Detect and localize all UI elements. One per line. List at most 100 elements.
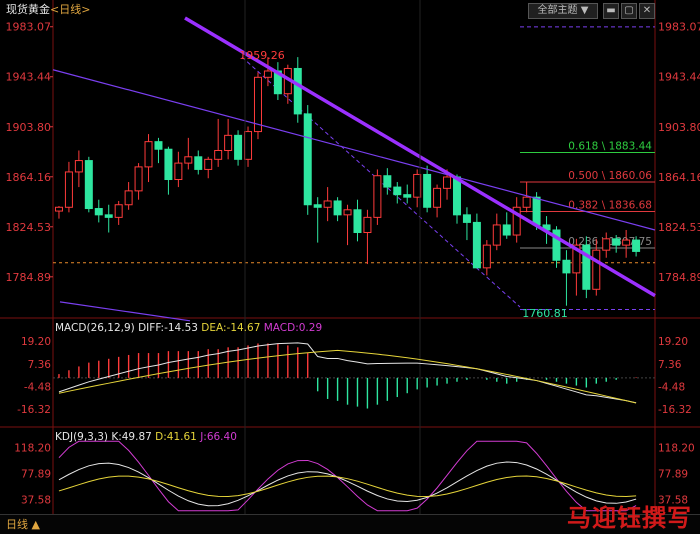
candle-body (293, 67, 302, 115)
price-axis-label-right: 1864.16 (658, 171, 700, 184)
candle-body (472, 221, 481, 269)
trendline-thin (52, 69, 656, 231)
candle-body (343, 209, 352, 216)
candle-body (323, 200, 332, 208)
macd-dea-value: DEA:-14.67 (201, 322, 261, 334)
theme-selector-label: 全部主题 (537, 5, 578, 16)
price-axis-label: 1943.44 (6, 71, 52, 84)
price-axis-label: 1864.16 (6, 171, 52, 184)
price-axis-label: 1903.80 (6, 121, 52, 134)
macd-macd-value: MACD:0.29 (263, 322, 323, 334)
macd-title: MACD(26,12,9) (55, 322, 135, 334)
candle-body (214, 149, 223, 160)
candle-body (363, 216, 372, 234)
kdj-axis-label: 37.58 (21, 494, 51, 506)
kdj-legend: KDJ(9,3,3) K:49.87 D:41.61 J:66.40 (55, 431, 237, 443)
theme-selector-button[interactable]: 全部主题 ▼ (528, 3, 598, 19)
candle-body (452, 176, 461, 216)
candle-body (114, 204, 123, 218)
candle-body (492, 224, 501, 246)
candle-body (154, 141, 163, 150)
period-tab[interactable]: 日线 ▲ (6, 519, 40, 531)
candle-body (333, 200, 342, 216)
high-price-label: 1959.26 (239, 49, 285, 62)
candle-body (124, 190, 133, 206)
macd-axis-label: 7.36 (28, 359, 52, 371)
dropdown-arrow-icon: ▼ (580, 5, 589, 16)
candle-body (94, 208, 103, 216)
candle-body (562, 259, 571, 274)
kdj-title: KDJ(9,3,3) (55, 431, 108, 443)
chart-title: 现货黄金<日线> (6, 4, 90, 16)
period-tab-label: 日线 (6, 518, 28, 531)
macd-diff-value: DIFF:-14.53 (138, 322, 198, 334)
kdj-axis-label: 118.20 (14, 443, 51, 455)
candle-body (74, 160, 83, 173)
candle-body (373, 175, 382, 218)
candle-body (622, 239, 631, 246)
kdj-axis-label: 77.89 (21, 468, 51, 480)
macd-axis-label-right: 19.20 (658, 336, 688, 348)
fib-level-label: 0.500 \ 1860.06 (568, 170, 652, 182)
macd-legend: MACD(26,12,9) DIFF:-14.53 DEA:-14.67 MAC… (55, 322, 322, 334)
candle-body (184, 156, 193, 164)
price-axis-label: 1784.89 (6, 271, 52, 284)
period-label: <日线> (50, 3, 91, 16)
candle-body (393, 186, 402, 196)
candle-body (443, 176, 452, 189)
candle-body (54, 206, 63, 212)
candle-body (244, 131, 253, 160)
candle-body (482, 244, 491, 269)
kdj-j-value: J:66.40 (200, 431, 237, 443)
candle-body (174, 162, 183, 181)
candle-body (164, 148, 173, 181)
candle-body (303, 113, 312, 206)
candle-body (144, 141, 153, 168)
minimize-button[interactable]: ▬ (603, 3, 619, 19)
candle-body (592, 249, 601, 290)
candle-body (104, 214, 113, 218)
kdj-axis-label-right: 77.89 (658, 468, 688, 480)
price-axis-label: 1983.07 (6, 21, 52, 34)
kdj-d-value: D:41.61 (155, 431, 197, 443)
candle-body (502, 224, 511, 236)
close-button[interactable]: ✕ (639, 3, 655, 19)
price-axis-label-right: 1983.07 (658, 21, 700, 34)
low-price-label: 1760.81 (522, 307, 568, 320)
price-axis-label-right: 1943.44 (658, 71, 700, 84)
price-axis-label: 1824.53 (6, 221, 52, 234)
instrument-name: 现货黄金 (6, 3, 50, 16)
macd-axis-label: 19.20 (21, 336, 51, 348)
maximize-icon: ▢ (624, 5, 634, 16)
candle-body (602, 238, 611, 251)
candle-body (462, 214, 471, 223)
candle-body (632, 239, 641, 252)
macd-axis-label-right: -16.32 (658, 404, 692, 416)
candle-body (263, 70, 272, 78)
kdj-k-line (58, 461, 637, 507)
candle-body (234, 134, 243, 160)
candle-body (313, 204, 322, 208)
candle-body (423, 173, 432, 208)
candle-body (84, 160, 93, 210)
chart-canvas[interactable]: 1983.07 1983.07 1943.44 1943.44 1903.80 1903.… (0, 0, 700, 534)
candle-body (383, 175, 392, 188)
macd-axis-label-right: 7.36 (658, 359, 682, 371)
macd-axis-label-right: -4.48 (658, 381, 685, 393)
close-icon: ✕ (642, 5, 652, 16)
price-axis-label-right: 1784.89 (658, 271, 700, 284)
price-axis-label-right: 1824.53 (658, 221, 700, 234)
price-axis-label-right: 1903.80 (658, 121, 700, 134)
kdj-axis-label-right: 118.20 (658, 443, 695, 455)
candle-body (224, 134, 233, 151)
candle-body (194, 156, 203, 170)
period-up-arrow-icon: ▲ (31, 518, 40, 531)
kdj-k-value: K:49.87 (111, 431, 152, 443)
minimize-icon: ▬ (606, 5, 616, 16)
candle-body (403, 194, 412, 198)
candle-body (433, 187, 442, 208)
maximize-button[interactable]: ▢ (621, 3, 637, 19)
candle-body (134, 166, 143, 192)
candle-body (612, 238, 621, 246)
chart-window: 1983.07 1983.07 1943.44 1943.44 1903.80 1903.… (0, 0, 700, 534)
